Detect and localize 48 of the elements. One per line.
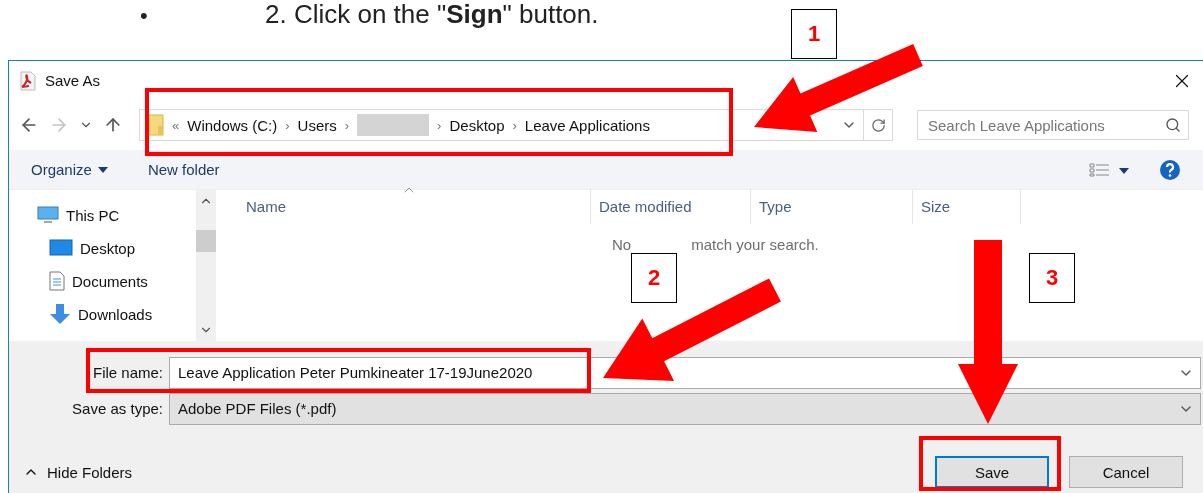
- breadcrumb-separator: ›: [344, 117, 350, 133]
- sidebar-item[interactable]: Downloads: [78, 305, 153, 323]
- breadcrumb-separator: ›: [512, 117, 517, 133]
- pdf-file-icon: [19, 70, 37, 91]
- breadcrumb[interactable]: Desktop: [449, 116, 505, 134]
- field-label: Save as type:: [71, 400, 164, 417]
- sidebar-item[interactable]: Desktop: [80, 239, 136, 257]
- field-label: File name:: [91, 364, 164, 381]
- cancel-button[interactable]: Cancel: [1069, 456, 1183, 488]
- column-header[interactable]: Date modified: [599, 198, 692, 215]
- column-header[interactable]: Size: [921, 198, 951, 215]
- sidebar-item[interactable]: This PC: [66, 206, 120, 224]
- view-options-icon[interactable]: [1089, 162, 1129, 177]
- window-title: Save As: [45, 72, 102, 89]
- step-number: 2: [631, 253, 677, 303]
- breadcrumb-separator: ›: [437, 117, 442, 133]
- file-type-select[interactable]: Adobe PDF Files (*.pdf): [169, 392, 1201, 425]
- step-number: 1: [791, 9, 837, 59]
- file-name-field[interactable]: Leave Application Peter Pumkineater 17-19June2020: [169, 356, 1201, 389]
- download-icon: [49, 303, 71, 325]
- desktop-icon: [49, 239, 73, 257]
- sidebar-item[interactable]: Documents: [72, 272, 148, 290]
- breadcrumb-separator: ›: [285, 117, 290, 133]
- new-folder-button[interactable]: New folder: [147, 161, 220, 178]
- breadcrumb[interactable]: Windows (C:): [187, 116, 278, 134]
- column-header[interactable]: Type: [759, 198, 792, 215]
- step-number: 3: [1029, 253, 1075, 303]
- organize-button[interactable]: Organize: [31, 161, 108, 178]
- hide-folders-button[interactable]: Hide Folders: [23, 463, 935, 481]
- search-icon: [1165, 117, 1181, 133]
- column-header[interactable]: Name: [246, 198, 286, 215]
- empty-message: match your search.: [691, 236, 819, 253]
- refresh-icon: [870, 117, 886, 133]
- address-bar[interactable]: « Windows (C:) › Users › › Desktop › Leave Applications: [139, 109, 893, 141]
- save-button[interactable]: Save: [935, 456, 1049, 488]
- document-icon: [49, 271, 65, 291]
- computer-icon: [37, 206, 59, 224]
- caret-icon: [97, 166, 108, 173]
- instruction-text: 2. Click on the "Sign" button.: [265, 0, 599, 29]
- scrollbar[interactable]: [196, 190, 216, 341]
- breadcrumb[interactable]: Users: [297, 116, 337, 134]
- bullet: •: [140, 2, 149, 29]
- scrollbar-thumb[interactable]: [196, 229, 216, 252]
- empty-message: No: [612, 236, 632, 253]
- help-icon[interactable]: [1159, 158, 1181, 181]
- breadcrumb[interactable]: Leave Applications: [524, 116, 650, 134]
- overflow-chevron[interactable]: «: [172, 117, 180, 133]
- search-field[interactable]: Search Leave Applications: [917, 110, 1189, 140]
